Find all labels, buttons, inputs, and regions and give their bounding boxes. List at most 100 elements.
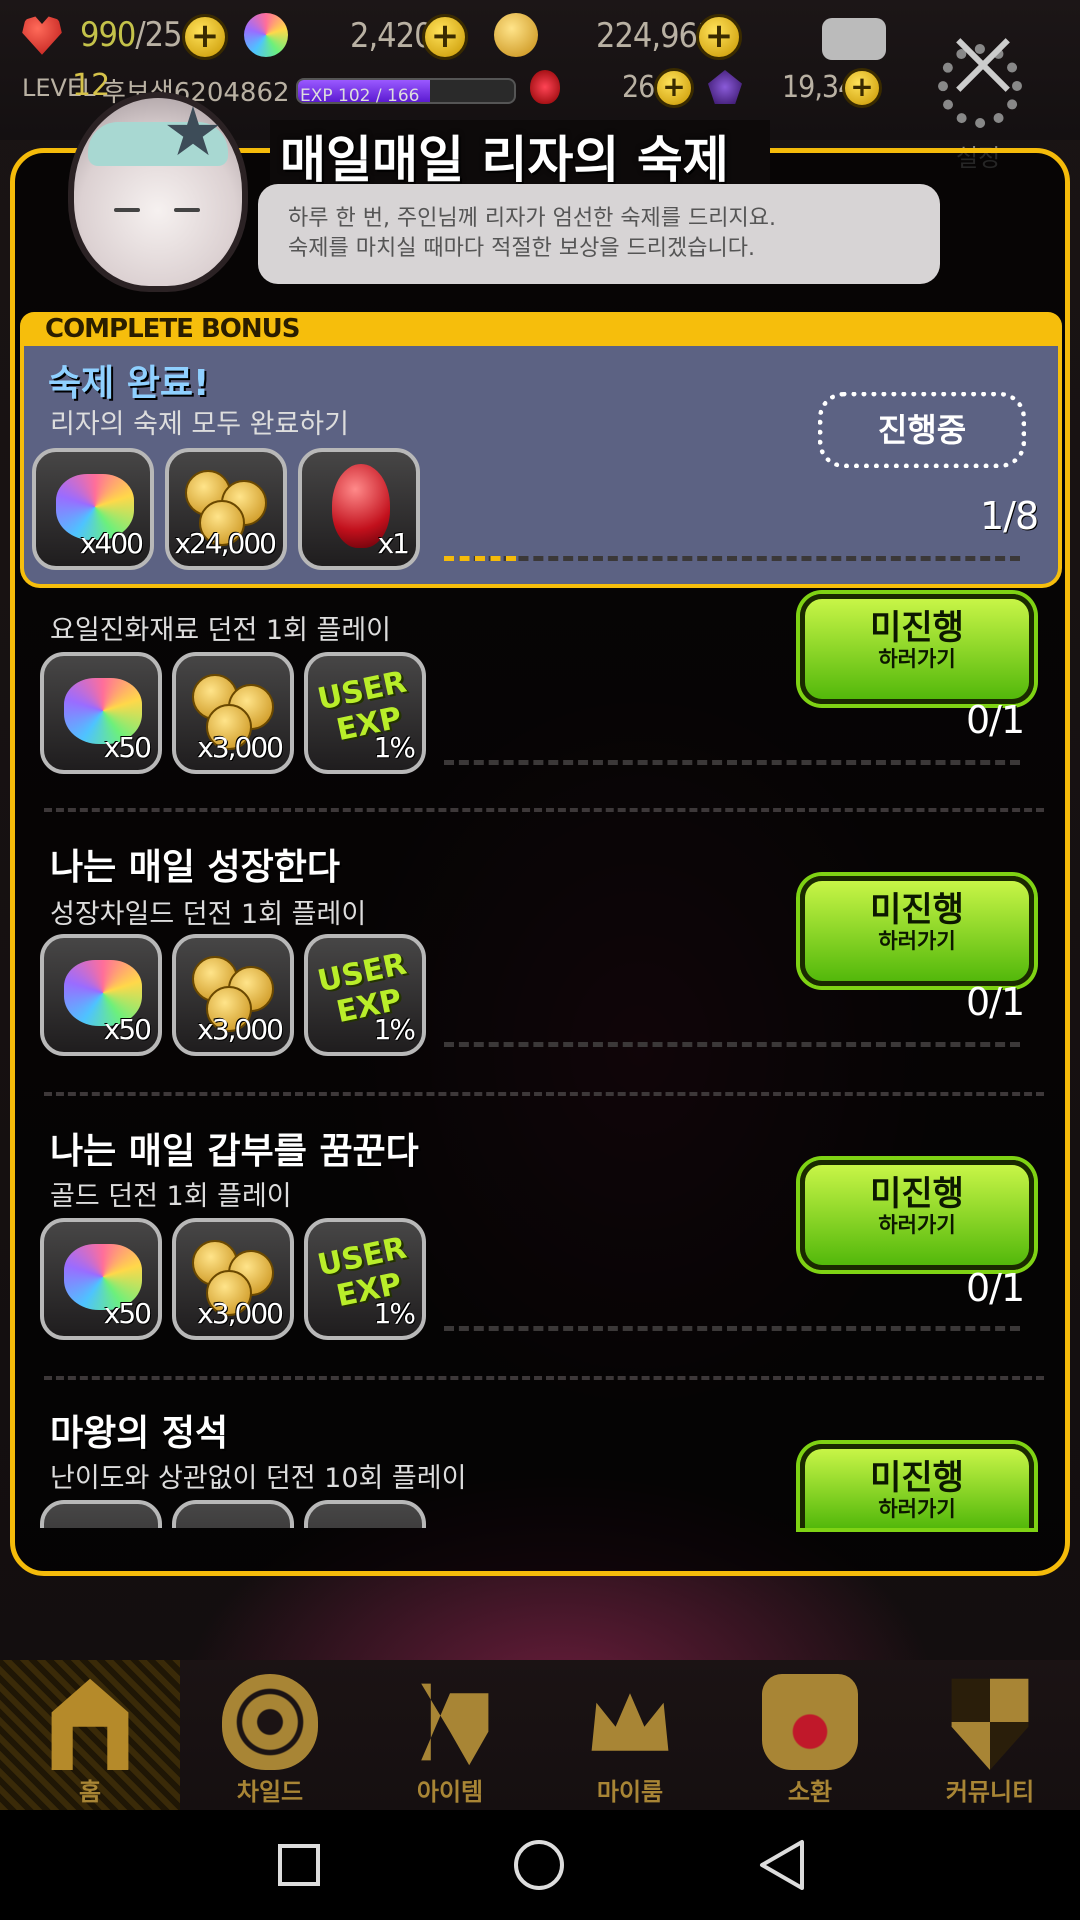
flame-eye-icon xyxy=(222,1674,318,1770)
complete-bonus-label: COMPLETE BONUS xyxy=(45,314,301,344)
home-arch-icon xyxy=(51,1678,129,1770)
quest-title: 나는 매일 성장한다 xyxy=(50,847,341,888)
checkered-shield-icon xyxy=(951,1678,1029,1770)
go-button-label: 미진행 xyxy=(870,608,964,648)
chat-icon[interactable] xyxy=(822,18,886,60)
hearts-value: 990 xyxy=(80,15,136,55)
nav-myroom[interactable]: 마이룸 xyxy=(540,1660,720,1810)
hearts-counter: 990 /25 xyxy=(20,10,183,60)
reward-qty: x1 xyxy=(377,527,410,560)
nav-item[interactable]: 아이템 xyxy=(360,1660,540,1810)
reward-qty: x400 xyxy=(79,527,144,560)
ruby-icon xyxy=(530,70,560,104)
quest-title: 마왕의 정석 xyxy=(50,1413,229,1454)
nav-summon[interactable]: 소환 xyxy=(720,1660,900,1810)
reward-qty: x50 xyxy=(103,1297,152,1330)
divider xyxy=(44,1376,1044,1380)
reward-qty: x50 xyxy=(103,1013,152,1046)
nav-label: 차일드 xyxy=(236,1778,304,1806)
reward-user-exp: USER EXP 1% xyxy=(304,652,426,774)
progress-track xyxy=(444,1326,1020,1331)
complete-bonus-subtitle: 리자의 숙제 모두 완료하기 xyxy=(50,409,349,440)
gem-icon xyxy=(244,13,288,57)
reward-user-exp: USER EXP 1% xyxy=(304,934,426,1056)
crown-laurel-icon xyxy=(591,1693,669,1751)
progress-track xyxy=(444,1042,1020,1047)
nav-label: 마이룸 xyxy=(596,1778,664,1806)
add-hearts-button[interactable]: + xyxy=(182,14,228,60)
gems-value: 2,420 xyxy=(350,16,434,56)
go-button[interactable]: 미진행 하러가기 xyxy=(800,594,1034,704)
hearts-max: /25 xyxy=(135,15,182,55)
nav-label: 소환 xyxy=(787,1778,833,1806)
reward-rainbow-gem: x50 xyxy=(40,934,162,1056)
reward-qty: 1% xyxy=(373,731,416,764)
add-ruby-button[interactable]: + xyxy=(654,68,694,108)
nav-label: 커뮤니티 xyxy=(945,1778,1035,1806)
divider xyxy=(44,1092,1044,1096)
home-circle-icon[interactable] xyxy=(514,1840,564,1890)
reward-qty: 1% xyxy=(373,1013,416,1046)
go-button[interactable]: 미진행 하러가기 xyxy=(800,1444,1034,1528)
exp-text: EXP 102 / 166 xyxy=(300,86,420,106)
reward-qty: 1% xyxy=(373,1297,416,1330)
reward-gold: x3,000 xyxy=(172,1218,294,1340)
nav-home[interactable]: 홈 xyxy=(0,1660,180,1810)
quest-title: 나는 매일 갑부를 꿈꾼다 xyxy=(50,1131,419,1172)
go-button[interactable]: 미진행 하러가기 xyxy=(800,876,1034,986)
nav-label: 홈 xyxy=(78,1778,102,1806)
reward-ruby: x1 xyxy=(298,448,420,570)
ruby-value: 26 xyxy=(622,70,655,105)
add-gold-button[interactable]: + xyxy=(696,14,742,60)
complete-bonus-title: 숙제 완료! xyxy=(48,363,210,404)
back-triangle-icon[interactable] xyxy=(756,1838,806,1892)
sword-shield-icon xyxy=(421,1683,489,1766)
reward-gold: x3,000 xyxy=(172,934,294,1056)
reward-user-exp: USER EXP 1% xyxy=(304,1218,426,1340)
quest-progress: 0/1 xyxy=(966,1266,1025,1310)
go-button-sublabel: 하러가기 xyxy=(878,1213,956,1237)
in-progress-badge: 진행중 xyxy=(818,392,1026,468)
nav-label: 아이템 xyxy=(416,1778,484,1806)
progress-track xyxy=(444,556,1020,561)
nav-community[interactable]: 커뮤니티 xyxy=(900,1660,1080,1810)
gold-counter xyxy=(494,10,538,60)
progress-track xyxy=(444,760,1020,765)
bubble-line-2: 숙제를 마치실 때마다 적절한 보상을 드리겠습니다. xyxy=(288,236,756,261)
go-button-sublabel: 하러가기 xyxy=(878,647,956,671)
quest-subtitle: 난이도와 상관없이 던전 10회 플레이 xyxy=(50,1463,467,1494)
liza-avatar xyxy=(68,92,248,292)
go-button-label: 미진행 xyxy=(870,1174,964,1214)
add-soul-button[interactable]: + xyxy=(842,68,882,108)
gold-coin-icon xyxy=(494,13,538,57)
quest-progress: 0/1 xyxy=(966,980,1025,1024)
complete-bonus-progress: 1/8 xyxy=(980,494,1039,538)
potion-heart-icon xyxy=(762,1674,858,1770)
progress-track-fill xyxy=(444,556,516,561)
gems-counter xyxy=(244,10,288,60)
reward-rainbow-gem: x50 xyxy=(40,652,162,774)
quest-subtitle: 골드 던전 1회 플레이 xyxy=(50,1181,292,1212)
bubble-line-1: 하루 한 번, 주인님께 리자가 엄선한 숙제를 드리지요. xyxy=(288,206,776,231)
close-icon[interactable] xyxy=(948,30,1018,100)
go-button-sublabel: 하러가기 xyxy=(878,929,956,953)
go-button[interactable]: 미진행 하러가기 xyxy=(800,1160,1034,1270)
divider xyxy=(44,808,1044,812)
reward-rainbow-gem: x400 xyxy=(32,448,154,570)
recents-icon[interactable] xyxy=(278,1844,320,1886)
reward-qty: x50 xyxy=(103,731,152,764)
reward-row-clipped xyxy=(40,1500,440,1528)
nav-child[interactable]: 차일드 xyxy=(180,1660,360,1810)
quest-subtitle: 성장차일드 던전 1회 플레이 xyxy=(50,899,367,930)
add-gems-button[interactable]: + xyxy=(422,14,468,60)
reward-qty: x24,000 xyxy=(174,527,277,560)
go-button-label: 미진행 xyxy=(870,890,964,930)
reward-qty: x3,000 xyxy=(197,1297,284,1330)
panel-title: 매일매일 리자의 숙제 xyxy=(270,120,770,189)
quest-progress: 0/1 xyxy=(966,698,1025,742)
liza-speech-bubble: 하루 한 번, 주인님께 리자가 엄선한 숙제를 드리지요. 숙제를 마치실 때… xyxy=(258,184,940,284)
reward-qty: x3,000 xyxy=(197,1013,284,1046)
heart-icon xyxy=(22,16,62,55)
quest-subtitle: 요일진화재료 던전 1회 플레이 xyxy=(50,615,392,646)
reward-gold: x3,000 xyxy=(172,652,294,774)
